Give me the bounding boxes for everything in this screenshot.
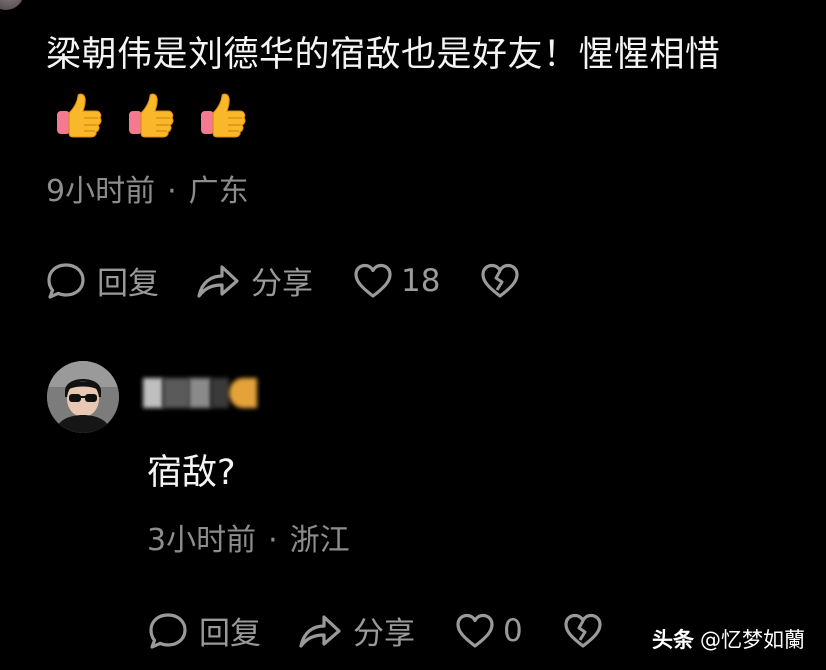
broken-heart-icon: [564, 613, 602, 648]
comment-location: 广东: [188, 174, 249, 209]
heart-icon: [354, 263, 392, 298]
like-button[interactable]: 18: [353, 262, 440, 300]
heart-icon: [456, 613, 494, 648]
reply-user-avatar[interactable]: [47, 361, 119, 433]
comment-time: 9小时前: [46, 174, 156, 209]
reply-username-blurred[interactable]: [143, 377, 265, 409]
emoji-row: [54, 92, 248, 138]
meta-separator: ·: [167, 174, 177, 209]
comment-actions: 回复 分享 18: [45, 258, 520, 303]
share-label: 分享: [251, 266, 313, 302]
like-button[interactable]: 0: [455, 612, 523, 650]
watermark: 头条 @忆梦如蘭: [652, 624, 805, 654]
share-label: 分享: [353, 616, 415, 652]
share-button[interactable]: 分享: [297, 608, 415, 653]
thumbs-up-icon: [57, 93, 102, 138]
reply-location: 浙江: [289, 523, 350, 558]
reply-label: 回复: [97, 266, 159, 302]
reply-button[interactable]: 回复: [45, 258, 159, 303]
reply-actions: 回复 分享 0: [147, 608, 603, 653]
reply-meta: 3小时前 · 浙江: [147, 515, 350, 559]
reply-label: 回复: [199, 616, 261, 652]
thumbs-up-icon: [129, 93, 174, 138]
watermark-brand: 头条: [652, 628, 694, 652]
like-count: 0: [503, 612, 523, 649]
reply-button[interactable]: 回复: [147, 608, 261, 653]
speech-bubble-icon: [47, 262, 85, 299]
comment-text: 梁朝伟是刘德华的宿敌也是好友！惺惺相惜: [46, 35, 721, 75]
reply-time: 3小时前: [147, 523, 257, 558]
share-button[interactable]: 分享: [195, 258, 313, 303]
broken-heart-icon: [481, 263, 520, 298]
meta-separator: ·: [268, 523, 278, 558]
share-arrow-icon: [197, 264, 239, 298]
reply-text: 宿敌?: [147, 453, 236, 493]
like-count: 18: [401, 262, 441, 299]
comment-meta: 9小时前 · 广东: [46, 166, 249, 210]
share-arrow-icon: [299, 614, 341, 648]
dislike-button[interactable]: [563, 612, 603, 650]
dislike-button[interactable]: [480, 262, 520, 300]
avatar-photo: [47, 361, 119, 433]
speech-bubble-icon: [149, 612, 187, 649]
watermark-handle: @忆梦如蘭: [700, 628, 805, 652]
thumbs-up-icon: [201, 93, 246, 138]
previous-user-avatar[interactable]: [0, 0, 24, 10]
